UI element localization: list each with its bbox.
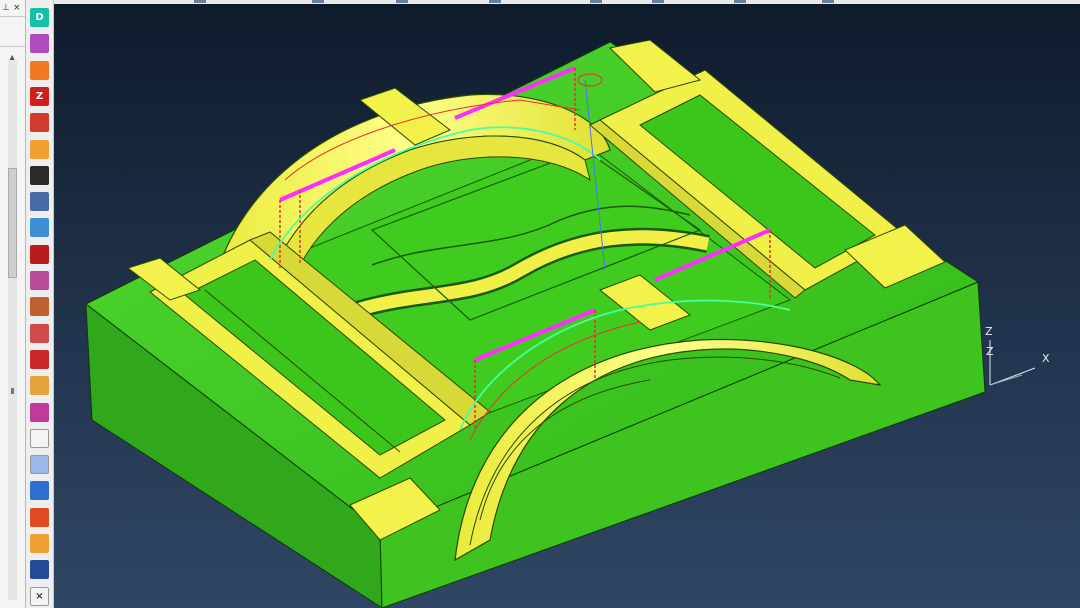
design-icon[interactable]: D [30,8,49,27]
tools-icon[interactable] [30,192,49,211]
bulb-icon[interactable] [30,218,49,237]
axis-triad: X Z Z [985,325,1050,386]
fill-icon[interactable] [30,508,49,527]
axis-x-label: X [1042,352,1050,365]
z-level-icon[interactable]: Z [30,87,49,106]
axis-z-label: Z [985,325,993,338]
strategy-icon[interactable] [30,245,49,264]
wire-icon[interactable] [30,481,49,500]
mesh-icon[interactable] [30,271,49,290]
side-panel: ⊥ × ▲ [0,0,26,608]
panel-close-icon[interactable]: × [13,3,21,13]
head-icon[interactable] [30,166,49,185]
sheet-icon[interactable] [30,429,49,448]
select-icon[interactable] [30,560,49,579]
paint-icon[interactable] [30,61,49,80]
scroll-marker [11,388,14,394]
vertical-toolbar: D Z × [26,0,54,608]
axis-z2-label: Z [986,345,994,358]
scrollbar-track[interactable] [8,60,17,600]
cube-icon[interactable] [30,376,49,395]
pen-icon[interactable] [30,455,49,474]
split-icon[interactable] [30,350,49,369]
pattern-icon[interactable] [30,113,49,132]
stop-icon[interactable] [30,324,49,343]
3d-viewport[interactable]: X Z Z [54,4,1080,608]
machining-scene[interactable]: X Z Z [54,4,1080,608]
close-icon[interactable]: × [30,587,49,606]
surface-icon[interactable] [30,297,49,316]
block-icon[interactable] [30,140,49,159]
texture-icon[interactable] [30,403,49,422]
tree-icon[interactable] [30,34,49,53]
grid-icon[interactable] [30,534,49,553]
scrollbar-thumb[interactable] [8,168,17,278]
pin-icon[interactable]: ⊥ [2,3,10,13]
